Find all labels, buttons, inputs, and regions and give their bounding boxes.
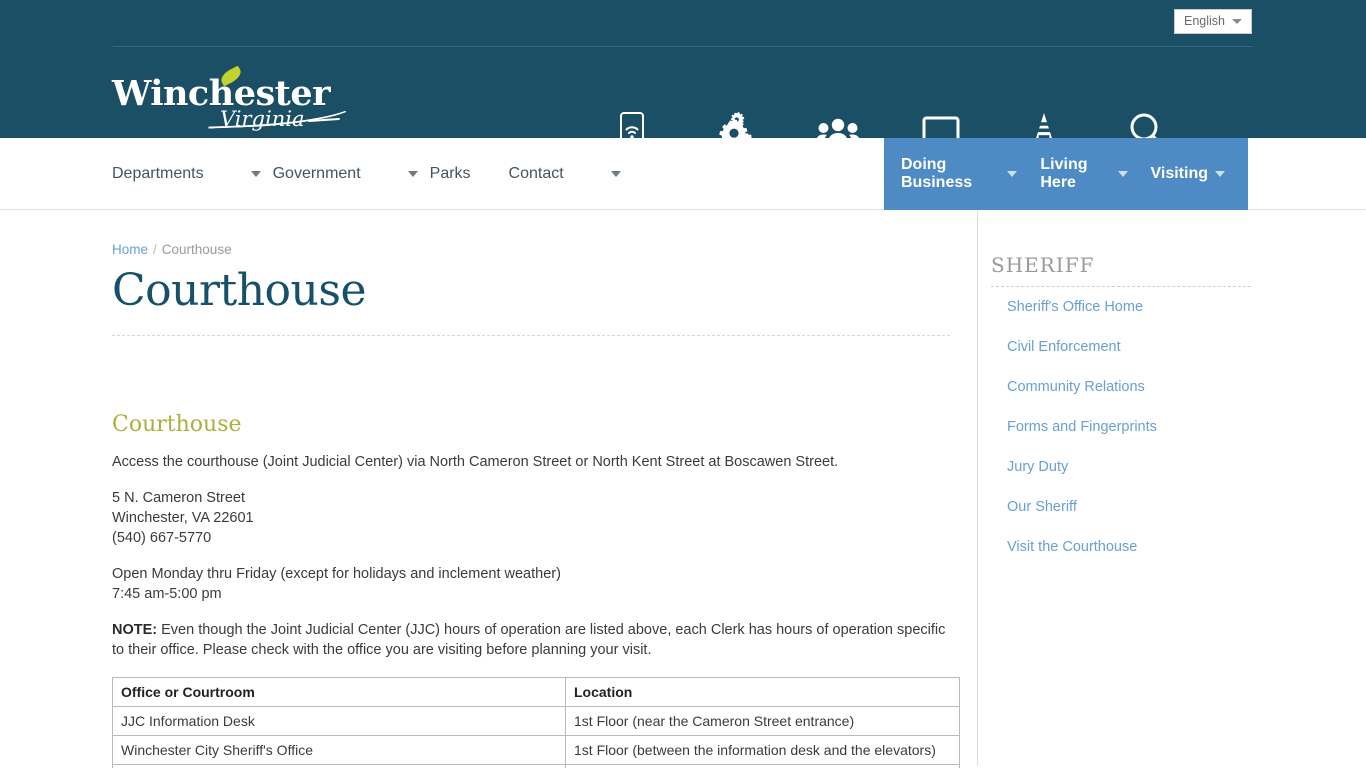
nav-item-doing-business[interactable]: Doing Business [901, 156, 1040, 192]
sidebar-heading: SHERIFF [991, 253, 1095, 277]
nav-item-label: Living Here [1040, 156, 1088, 191]
sidebar-item-sheriffs-office-home[interactable]: Sheriff's Office Home [991, 287, 1366, 327]
chevron-down-icon [1117, 171, 1128, 177]
chevron-down-icon [407, 171, 418, 177]
page-title: Courthouse [112, 265, 367, 316]
sidebar-item-our-sheriff[interactable]: Our Sheriff [991, 487, 1366, 527]
nav-item-label: Departments [112, 165, 204, 182]
table-row: Winchester City Sheriff's Office 1st Flo… [112, 734, 960, 765]
language-selector[interactable]: English [1174, 9, 1252, 34]
sidebar-item-forms-and-fingerprints[interactable]: Forms and Fingerprints [991, 407, 1366, 447]
main-content: Home / Courthouse Courthouse Courthouse Ac… [112, 210, 977, 768]
list-item: Civil Enforcement [991, 327, 1366, 367]
chevron-down-icon [1215, 171, 1225, 177]
title-divider [112, 334, 950, 336]
table-header-location: Location [565, 676, 960, 707]
list-item: Visit the Courthouse [991, 527, 1366, 567]
section-heading: Courthouse [112, 411, 242, 437]
address-line-1: 5 N. Cameron Street [112, 489, 245, 506]
nav-item-living-here[interactable]: Living Here [1040, 156, 1150, 192]
page-body: Home / Courthouse Courthouse Courthouse Ac… [0, 210, 1366, 768]
chevron-down-icon [250, 171, 261, 177]
list-item: Sheriff's Office Home [991, 287, 1366, 327]
intro-paragraph: Access the courthouse (Joint Judicial Ce… [112, 453, 839, 470]
nav-item-visiting[interactable]: Visiting [1151, 165, 1249, 183]
table-row: Winchester Circuit Court Clerk's Office … [112, 763, 960, 768]
hours-line-1: Open Monday thru Friday (except for holi… [112, 565, 561, 582]
hours-block: Open Monday thru Friday (except for holi… [112, 564, 957, 604]
logo-script: Virginia [220, 107, 305, 131]
nav-item-label: Doing Business [901, 156, 973, 191]
sidebar-item-community-relations[interactable]: Community Relations [991, 367, 1366, 407]
note-paragraph: NOTE: Even though the Joint Judicial Cen… [112, 620, 957, 660]
chevron-down-icon [610, 171, 621, 177]
hours-line-2: 7:45 am-5:00 pm [112, 585, 222, 602]
main-navigation: Departments Government Parks Contact Doi… [0, 138, 1366, 210]
nav-item-label: Parks [429, 165, 471, 182]
address-block: 5 N. Cameron Street Winchester, VA 22601… [112, 488, 957, 548]
nav-item-contact[interactable]: Contact [509, 138, 633, 210]
list-item: Forms and Fingerprints [991, 407, 1366, 447]
site-logo[interactable]: Winchester Virginia [112, 56, 359, 130]
list-item: Jury Duty [991, 447, 1366, 487]
main-nav-left-group: Departments Government Parks Contact [112, 138, 633, 210]
table-row: JJC Information Desk 1st Floor (near the… [112, 705, 960, 736]
phone-number: (540) 667-5770 [112, 529, 212, 546]
sidebar-item-jury-duty[interactable]: Jury Duty [991, 447, 1366, 487]
nav-item-government[interactable]: Government [273, 138, 430, 210]
address-line-2: Winchester, VA 22601 [112, 509, 254, 526]
sidebar-menu: Sheriff's Office Home Civil Enforcement … [991, 287, 1366, 567]
nav-item-departments[interactable]: Departments [112, 138, 273, 210]
chevron-down-icon [1232, 19, 1242, 24]
list-item: Community Relations [991, 367, 1366, 407]
table-header-office: Office or Courtroom [112, 676, 566, 707]
table-header-row: Office or Courtroom Location [112, 676, 960, 707]
main-nav-highlight-group: Doing Business Living Here Visiting [884, 138, 1248, 210]
table-cell-office: Winchester City Sheriff's Office [112, 734, 566, 765]
table-cell-office: Winchester Circuit Court Clerk's Office [112, 763, 566, 768]
sidebar-item-visit-the-courthouse[interactable]: Visit the Courthouse [991, 527, 1366, 567]
table-cell-office: JJC Information Desk [112, 705, 566, 736]
breadcrumb: Home / Courthouse [112, 242, 957, 257]
site-header: Winchester Virginia Connect [0, 46, 1366, 165]
breadcrumb-separator: / [153, 242, 157, 257]
breadcrumb-home-link[interactable]: Home [112, 242, 148, 257]
nav-item-label: Contact [508, 165, 564, 182]
language-selector-label: English [1184, 14, 1225, 29]
nav-item-label: Government [272, 165, 361, 182]
breadcrumb-current: Courthouse [161, 242, 232, 257]
table-cell-location: 1st Floor (between the information desk … [565, 734, 960, 765]
header-divider [113, 46, 1253, 47]
list-item: Our Sheriff [991, 487, 1366, 527]
sidebar-item-civil-enforcement[interactable]: Civil Enforcement [991, 327, 1366, 367]
table-cell-location: 1st Floor (near the Kent Street entrance… [565, 763, 960, 768]
table-cell-location: 1st Floor (near the Cameron Street entra… [565, 705, 960, 736]
chevron-down-icon [1007, 171, 1018, 177]
sidebar: SHERIFF Sheriff's Office Home Civil Enfo… [977, 210, 1366, 766]
nav-item-parks[interactable]: Parks [430, 138, 509, 210]
courthouse-locations-table: Office or Courtroom Location JJC Informa… [112, 676, 960, 768]
top-utility-bar: English [0, 0, 1366, 46]
note-label: NOTE: [112, 621, 158, 638]
note-text: Even though the Joint Judicial Center (J… [112, 621, 946, 658]
nav-item-label: Visiting [1150, 165, 1209, 182]
